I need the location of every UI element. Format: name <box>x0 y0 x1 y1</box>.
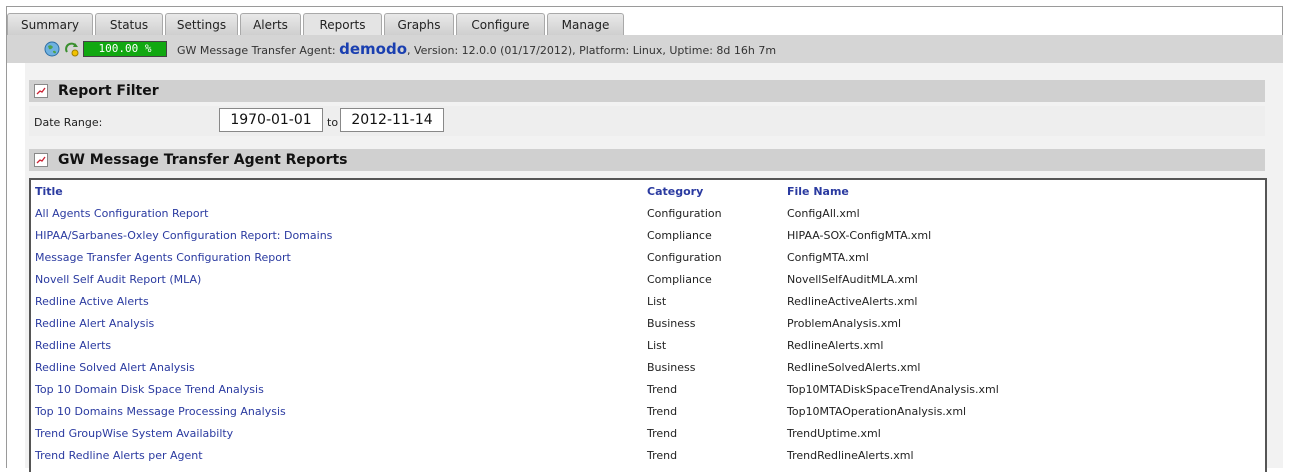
refresh-icon[interactable] <box>64 41 80 57</box>
report-title-link[interactable]: Trend GroupWise System Availabilty <box>35 427 233 440</box>
table-row[interactable]: Novell Self Audit Report (MLA) Compliance… <box>31 268 1265 290</box>
date-from-input[interactable]: 1970-01-01 <box>219 108 323 132</box>
tab-settings[interactable]: Settings <box>165 13 238 35</box>
report-category: Configuration <box>647 207 722 220</box>
report-category: Trend <box>647 427 678 440</box>
report-file: TrendUptime.xml <box>787 427 881 440</box>
report-title-link[interactable]: Message Transfer Agents Configuration Re… <box>35 251 291 264</box>
report-category: Compliance <box>647 273 712 286</box>
report-title-link[interactable]: Novell Self Audit Report (MLA) <box>35 273 201 286</box>
table-header: Title Category File Name <box>31 180 1265 202</box>
date-range-label: Date Range: <box>34 116 103 129</box>
date-to-input[interactable]: 2012-11-14 <box>340 108 444 132</box>
tab-manage[interactable]: Manage <box>547 13 624 35</box>
report-title-link[interactable]: All Agents Configuration Report <box>35 207 208 220</box>
report-category: List <box>647 339 667 352</box>
tab-alerts[interactable]: Alerts <box>240 13 301 35</box>
table-row[interactable]: Redline Solved Alert Analysis Business Red… <box>31 356 1265 378</box>
reports-panel: Report Filter Date Range: 1970-01-01 to … <box>25 63 1283 472</box>
tab-summary[interactable]: Summary <box>7 13 93 35</box>
column-category-header[interactable]: Category <box>647 185 703 198</box>
column-title-header[interactable]: Title <box>35 185 63 198</box>
report-filter-header: Report Filter <box>29 80 1265 102</box>
agent-status-bar: 100.00 % GW Message Transfer Agent: demo… <box>7 35 1283 63</box>
date-range-row: Date Range: 1970-01-01 to 2012-11-14 <box>29 106 1265 136</box>
report-title-link[interactable]: HIPAA/Sarbanes-Oxley Configuration Repor… <box>35 229 332 242</box>
report-category: Configuration <box>647 251 722 264</box>
table-row[interactable]: All Agents Configuration Report Configura… <box>31 202 1265 224</box>
report-file: RedlineSolvedAlerts.xml <box>787 361 921 374</box>
tab-graphs[interactable]: Graphs <box>384 13 454 35</box>
report-category: Trend <box>647 405 678 418</box>
report-category: List <box>647 295 667 308</box>
tab-bar: Summary Status Settings Alerts Reports G… <box>7 13 626 36</box>
tab-status[interactable]: Status <box>95 13 163 35</box>
reports-title: GW Message Transfer Agent Reports <box>58 152 348 168</box>
report-file: ConfigMTA.xml <box>787 251 869 264</box>
table-row[interactable]: Redline Alerts List RedlineAlerts.xml <box>31 334 1265 356</box>
report-title-link[interactable]: Top 10 Domains Message Processing Analys… <box>35 405 286 418</box>
report-file: Top10MTAOperationAnalysis.xml <box>787 405 967 418</box>
agent-type-label: GW Message Transfer Agent: <box>177 44 336 57</box>
report-category: Business <box>647 317 696 330</box>
report-file: TrendRedlineAlerts.xml <box>787 449 914 462</box>
report-file: ConfigAll.xml <box>787 207 860 220</box>
report-file: NovellSelfAuditMLA.xml <box>787 273 918 286</box>
report-file: RedlineActiveAlerts.xml <box>787 295 918 308</box>
report-icon <box>34 84 48 98</box>
report-category: Trend <box>647 383 678 396</box>
agent-details: , Version: 12.0.0 (01/17/2012), Platform… <box>407 44 777 57</box>
report-title-link[interactable]: Top 10 Domain Disk Space Trend Analysis <box>35 383 264 396</box>
reports-header: GW Message Transfer Agent Reports <box>29 149 1265 171</box>
reports-table: Title Category File Name All Agents Conf… <box>29 178 1267 472</box>
availability-percent: 100.00 % <box>83 41 167 57</box>
agent-name-link[interactable]: demodo <box>339 40 407 58</box>
report-title-link[interactable]: Redline Alerts <box>35 339 111 352</box>
date-to-label: to <box>327 116 339 129</box>
report-title-link[interactable]: Redline Active Alerts <box>35 295 149 308</box>
table-row[interactable]: Redline Active Alerts List RedlineActiveAl… <box>31 290 1265 312</box>
report-icon <box>34 153 48 167</box>
table-row[interactable]: Top 10 Domains Message Processing Analys… <box>31 400 1265 422</box>
tab-reports[interactable]: Reports <box>303 13 382 36</box>
globe-icon[interactable] <box>44 41 60 57</box>
report-title-link[interactable]: Redline Solved Alert Analysis <box>35 361 195 374</box>
report-category: Business <box>647 361 696 374</box>
column-file-header[interactable]: File Name <box>787 185 849 198</box>
tab-configure[interactable]: Configure <box>456 13 545 35</box>
table-row[interactable]: Trend GroupWise System Availabilty Trend T… <box>31 422 1265 444</box>
report-category: Compliance <box>647 229 712 242</box>
table-row[interactable]: Message Transfer Agents Configuration Re… <box>31 246 1265 268</box>
report-file: RedlineAlerts.xml <box>787 339 884 352</box>
report-title-link[interactable]: Redline Alert Analysis <box>35 317 154 330</box>
report-file: ProblemAnalysis.xml <box>787 317 902 330</box>
table-row[interactable]: Redline Alert Analysis Business ProblemAna… <box>31 312 1265 334</box>
agent-info: GW Message Transfer Agent: demodo, Versi… <box>177 40 776 58</box>
table-row[interactable]: Top 10 Domain Disk Space Trend Analysis T… <box>31 378 1265 400</box>
report-filter-title: Report Filter <box>58 83 159 99</box>
report-file: HIPAA-SOX-ConfigMTA.xml <box>787 229 932 242</box>
report-category: Trend <box>647 449 678 462</box>
table-row[interactable]: HIPAA/Sarbanes-Oxley Configuration Repor… <box>31 224 1265 246</box>
report-file: Top10MTADiskSpaceTrendAnalysis.xml <box>787 383 999 396</box>
report-title-link[interactable]: Trend Redline Alerts per Agent <box>35 449 203 462</box>
table-row[interactable]: Trend Redline Alerts per Agent Trend Trend… <box>31 444 1265 466</box>
